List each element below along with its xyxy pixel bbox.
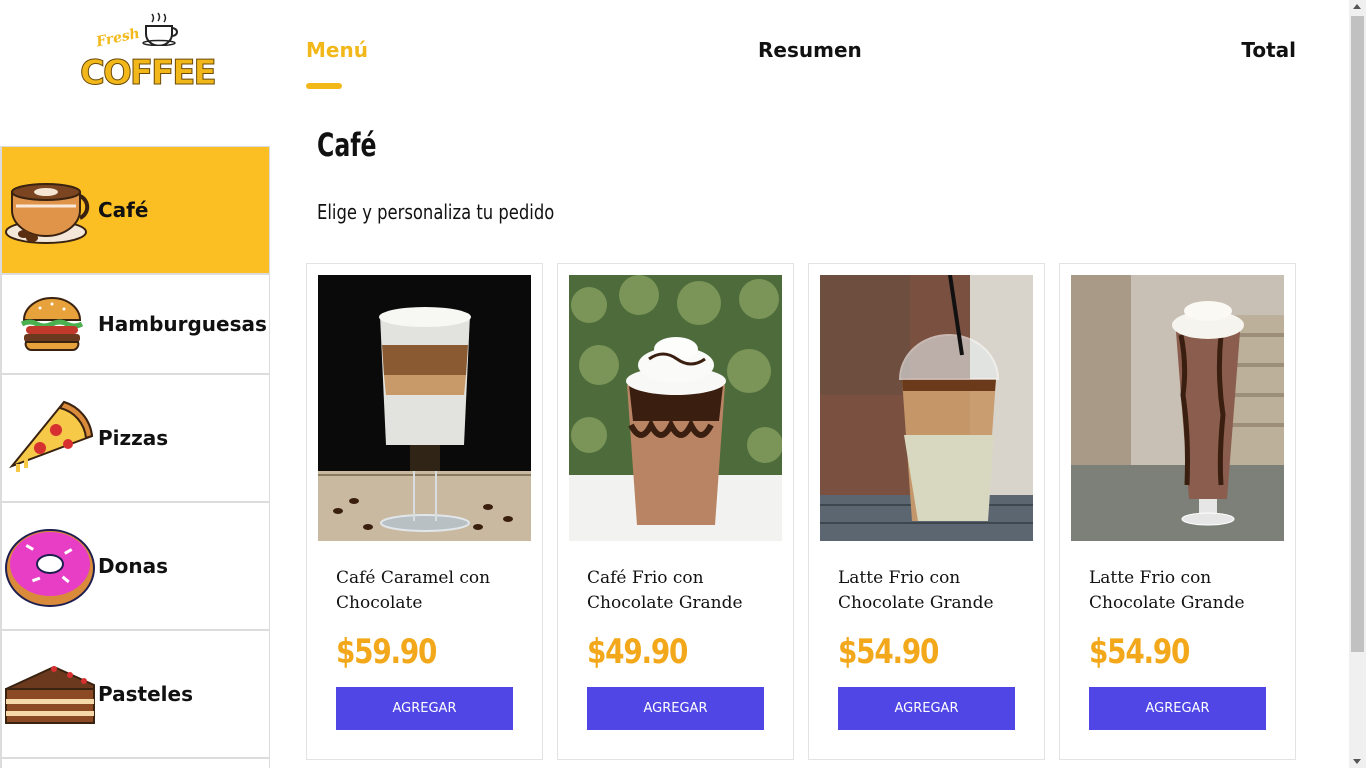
category-label: Hamburguesas xyxy=(98,312,267,336)
category-label: Pasteles xyxy=(98,682,193,706)
steaming-cup-icon xyxy=(142,12,178,46)
tab-resumen[interactable]: Resumen xyxy=(758,38,862,62)
category-more[interactable] xyxy=(0,758,270,768)
donut-icon xyxy=(2,524,98,608)
category-label: Donas xyxy=(98,554,168,578)
section-title: Café xyxy=(317,126,377,164)
product-image xyxy=(820,275,1033,541)
add-to-order-button[interactable]: AGREGAR xyxy=(587,687,764,730)
top-nav: Menú Resumen Total xyxy=(306,38,1296,93)
product-price: $54.90 xyxy=(1089,632,1190,672)
scroll-up-arrow-icon[interactable] xyxy=(1353,4,1361,9)
add-to-order-button[interactable]: AGREGAR xyxy=(838,687,1015,730)
cake-slice-icon xyxy=(2,659,98,729)
product-image xyxy=(569,275,782,541)
category-hamburguesas[interactable]: Hamburguesas xyxy=(0,274,270,374)
category-cafe[interactable]: Café xyxy=(0,146,270,274)
logo-text-fresh: Fresh xyxy=(94,25,142,51)
category-list: Café Hamburguesas Pizzas Donas Pasteles xyxy=(0,146,270,768)
fresh-coffee-logo: Fresh COFFEE xyxy=(78,12,217,107)
burger-icon xyxy=(2,294,98,354)
add-to-order-button[interactable]: AGREGAR xyxy=(336,687,513,730)
product-card: Latte Frio con Chocolate Grande $54.90 A… xyxy=(1059,263,1296,760)
product-name: Latte Frio con Chocolate Grande xyxy=(838,568,994,613)
category-pizzas[interactable]: Pizzas xyxy=(0,374,270,502)
tab-total[interactable]: Total xyxy=(1241,38,1296,62)
sidebar: Fresh COFFEE Café Hamburguesas Pizzas Do… xyxy=(0,0,270,768)
logo-text-coffee: COFFEE xyxy=(80,53,218,93)
product-price: $54.90 xyxy=(838,632,939,672)
product-image xyxy=(1071,275,1284,541)
pizza-slice-icon xyxy=(2,396,98,480)
add-to-order-button[interactable]: AGREGAR xyxy=(1089,687,1266,730)
scroll-down-arrow-icon[interactable] xyxy=(1353,759,1361,764)
product-name: Café Caramel con Chocolate xyxy=(336,568,491,613)
product-name: Latte Frio con Chocolate Grande xyxy=(1089,568,1245,613)
category-donas[interactable]: Donas xyxy=(0,502,270,630)
product-image xyxy=(318,275,531,541)
product-card: Latte Frio con Chocolate Grande $54.90 A… xyxy=(808,263,1045,760)
coffee-cup-icon xyxy=(2,174,98,246)
active-tab-indicator xyxy=(306,83,342,89)
product-card: Café Frio con Chocolate Grande $49.90 AG… xyxy=(557,263,794,760)
product-grid: Café Caramel con Chocolate $59.90 AGREGA… xyxy=(306,263,1296,768)
product-price: $59.90 xyxy=(336,632,437,672)
product-card: Café Caramel con Chocolate $59.90 AGREGA… xyxy=(306,263,543,760)
category-pasteles[interactable]: Pasteles xyxy=(0,630,270,758)
category-label: Café xyxy=(98,198,149,222)
product-name: Café Frio con Chocolate Grande xyxy=(587,568,743,613)
scrollbar-thumb[interactable] xyxy=(1351,16,1364,652)
category-label: Pizzas xyxy=(98,426,169,450)
tab-menu[interactable]: Menú xyxy=(306,38,368,62)
page-scrollbar[interactable] xyxy=(1349,0,1366,768)
section-subtitle: Elige y personaliza tu pedido xyxy=(317,200,555,224)
product-price: $49.90 xyxy=(587,632,688,672)
